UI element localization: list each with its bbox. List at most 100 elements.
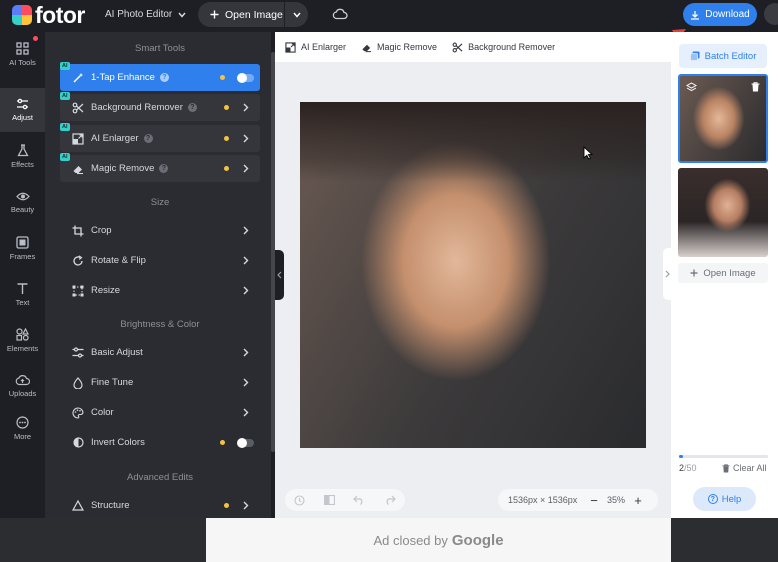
canvas-photo[interactable] bbox=[300, 102, 646, 448]
tool-magic-remove[interactable]: AI Magic Remove? bbox=[60, 153, 260, 182]
quick-ai-enlarger[interactable]: AI Enlarger bbox=[285, 41, 346, 53]
status-dot bbox=[224, 166, 229, 171]
quick-magic-remove[interactable]: Magic Remove bbox=[361, 42, 437, 53]
image-thumbnail-selected[interactable] bbox=[678, 74, 768, 163]
clear-all-button[interactable]: Clear All bbox=[722, 463, 767, 473]
open-image-button[interactable]: Open Image bbox=[198, 2, 308, 27]
redo-icon[interactable] bbox=[384, 495, 396, 505]
status-dot bbox=[224, 105, 229, 110]
tool-structure[interactable]: Structure bbox=[60, 492, 260, 518]
help-label: Help bbox=[721, 493, 742, 505]
rail-item-beauty[interactable]: Beauty bbox=[0, 180, 45, 224]
rail-item-ai-tools[interactable]: AI Tools bbox=[0, 32, 45, 76]
tool-label: Color bbox=[91, 407, 114, 418]
clear-all-label: Clear All bbox=[733, 463, 767, 473]
layers-icon[interactable] bbox=[686, 82, 697, 92]
triangle-icon bbox=[71, 500, 85, 511]
rail-item-more[interactable]: More bbox=[0, 406, 45, 450]
tool-label: Fine Tune bbox=[91, 377, 134, 388]
collapse-panel-tab[interactable] bbox=[275, 250, 284, 300]
scissors-icon bbox=[452, 42, 463, 52]
rail-label: Text bbox=[15, 297, 30, 307]
rail-item-effects[interactable]: Effects bbox=[0, 134, 45, 178]
image-thumbnail[interactable] bbox=[678, 168, 768, 257]
ai-badge: AI bbox=[60, 62, 70, 70]
download-icon bbox=[690, 10, 700, 20]
help-button[interactable]: ? Help bbox=[693, 487, 756, 511]
tool-ai-enlarger[interactable]: AI AI Enlarger? bbox=[60, 123, 260, 152]
tool-crop[interactable]: Crop bbox=[60, 217, 260, 244]
tool-invert-colors[interactable]: Invert Colors bbox=[60, 429, 260, 456]
image-count-progress-fill bbox=[679, 455, 683, 458]
rail-item-elements[interactable]: Elements bbox=[0, 318, 45, 362]
google-wordmark: Google bbox=[451, 531, 504, 549]
rail-item-frames[interactable]: Frames bbox=[0, 226, 45, 270]
chevron-right-icon bbox=[241, 226, 251, 235]
app-mode-menu[interactable]: AI Photo Editor bbox=[105, 9, 186, 20]
eraser-icon bbox=[71, 163, 85, 175]
cloud-icon[interactable] bbox=[332, 8, 348, 20]
batch-editor-button[interactable]: Batch Editor bbox=[679, 44, 767, 68]
zoom-level[interactable]: 35% bbox=[604, 495, 628, 505]
rail-item-text[interactable]: Text bbox=[0, 272, 45, 316]
tool-label: Rotate & Flip bbox=[91, 255, 146, 266]
zoom-in-button[interactable]: + bbox=[628, 493, 648, 508]
chevron-right-icon bbox=[241, 501, 251, 510]
help-icon[interactable]: ? bbox=[159, 164, 169, 173]
chevron-down-icon bbox=[292, 12, 301, 18]
tool-fine-tune[interactable]: Fine Tune bbox=[60, 369, 260, 396]
download-button[interactable]: Download bbox=[683, 3, 757, 26]
sliders-icon bbox=[71, 347, 85, 358]
fotor-logo-icon bbox=[12, 5, 32, 25]
flask-icon bbox=[16, 143, 29, 156]
rail-item-uploads[interactable]: Uploads bbox=[0, 364, 45, 408]
history-controls bbox=[285, 489, 405, 511]
chevron-right-icon bbox=[241, 348, 251, 357]
enhance-toggle[interactable] bbox=[237, 72, 254, 83]
open-image-dropdown[interactable] bbox=[285, 2, 308, 27]
quick-background-remover[interactable]: Background Remover bbox=[452, 42, 555, 53]
tool-color[interactable]: Color bbox=[60, 399, 260, 426]
invert-colors-toggle[interactable] bbox=[237, 437, 254, 448]
add-open-image-button[interactable]: Open Image bbox=[678, 263, 768, 283]
status-dot bbox=[220, 75, 225, 80]
tool-resize[interactable]: Resize bbox=[60, 277, 260, 304]
undo-icon[interactable] bbox=[353, 495, 365, 505]
trash-icon[interactable] bbox=[751, 82, 760, 92]
chevron-right-icon bbox=[241, 378, 251, 387]
adjust-panel: Smart Tools AI 1-Tap Enhance? AI Backgro… bbox=[45, 32, 272, 518]
rotate-icon bbox=[71, 254, 85, 267]
droplet-icon bbox=[71, 376, 85, 389]
help-icon[interactable]: ? bbox=[187, 103, 197, 112]
fotor-logo[interactable]: fotor bbox=[12, 4, 85, 27]
ai-badge: AI bbox=[60, 123, 70, 131]
quick-tool-label: Magic Remove bbox=[377, 42, 438, 52]
help-icon[interactable]: ? bbox=[143, 134, 153, 143]
rail-item-adjust[interactable]: Adjust bbox=[0, 88, 45, 132]
magic-wand-icon bbox=[71, 72, 85, 84]
tool-label: Invert Colors bbox=[91, 437, 145, 448]
section-title-smart-tools: Smart Tools bbox=[135, 43, 185, 54]
sliders-icon bbox=[17, 98, 28, 110]
palette-icon bbox=[71, 406, 85, 419]
frame-icon bbox=[16, 235, 29, 249]
history-icon[interactable] bbox=[294, 494, 305, 506]
collapse-right-panel-tab[interactable] bbox=[663, 248, 671, 300]
tool-background-remover[interactable]: AI Background Remover? bbox=[60, 92, 260, 121]
tool-basic-adjust[interactable]: Basic Adjust bbox=[60, 339, 260, 366]
chevron-right-icon bbox=[241, 256, 251, 265]
rail-label: Elements bbox=[6, 343, 39, 353]
profile-avatar[interactable] bbox=[764, 3, 778, 25]
compare-icon[interactable] bbox=[323, 495, 335, 505]
help-icon: ? bbox=[707, 494, 718, 504]
tool-label: Resize bbox=[91, 285, 121, 296]
zoom-out-button[interactable]: − bbox=[584, 493, 604, 508]
tool-rotate-flip[interactable]: Rotate & Flip bbox=[60, 247, 260, 274]
tool-label: AI Enlarger bbox=[91, 133, 139, 144]
help-icon[interactable]: ? bbox=[159, 73, 169, 82]
tool-label: 1-Tap Enhance bbox=[91, 72, 155, 83]
plus-icon bbox=[210, 10, 219, 19]
status-dot bbox=[220, 440, 225, 445]
ad-banner: Ad closed by Google bbox=[206, 518, 671, 562]
tool-1-tap-enhance[interactable]: AI 1-Tap Enhance? bbox=[60, 62, 260, 91]
